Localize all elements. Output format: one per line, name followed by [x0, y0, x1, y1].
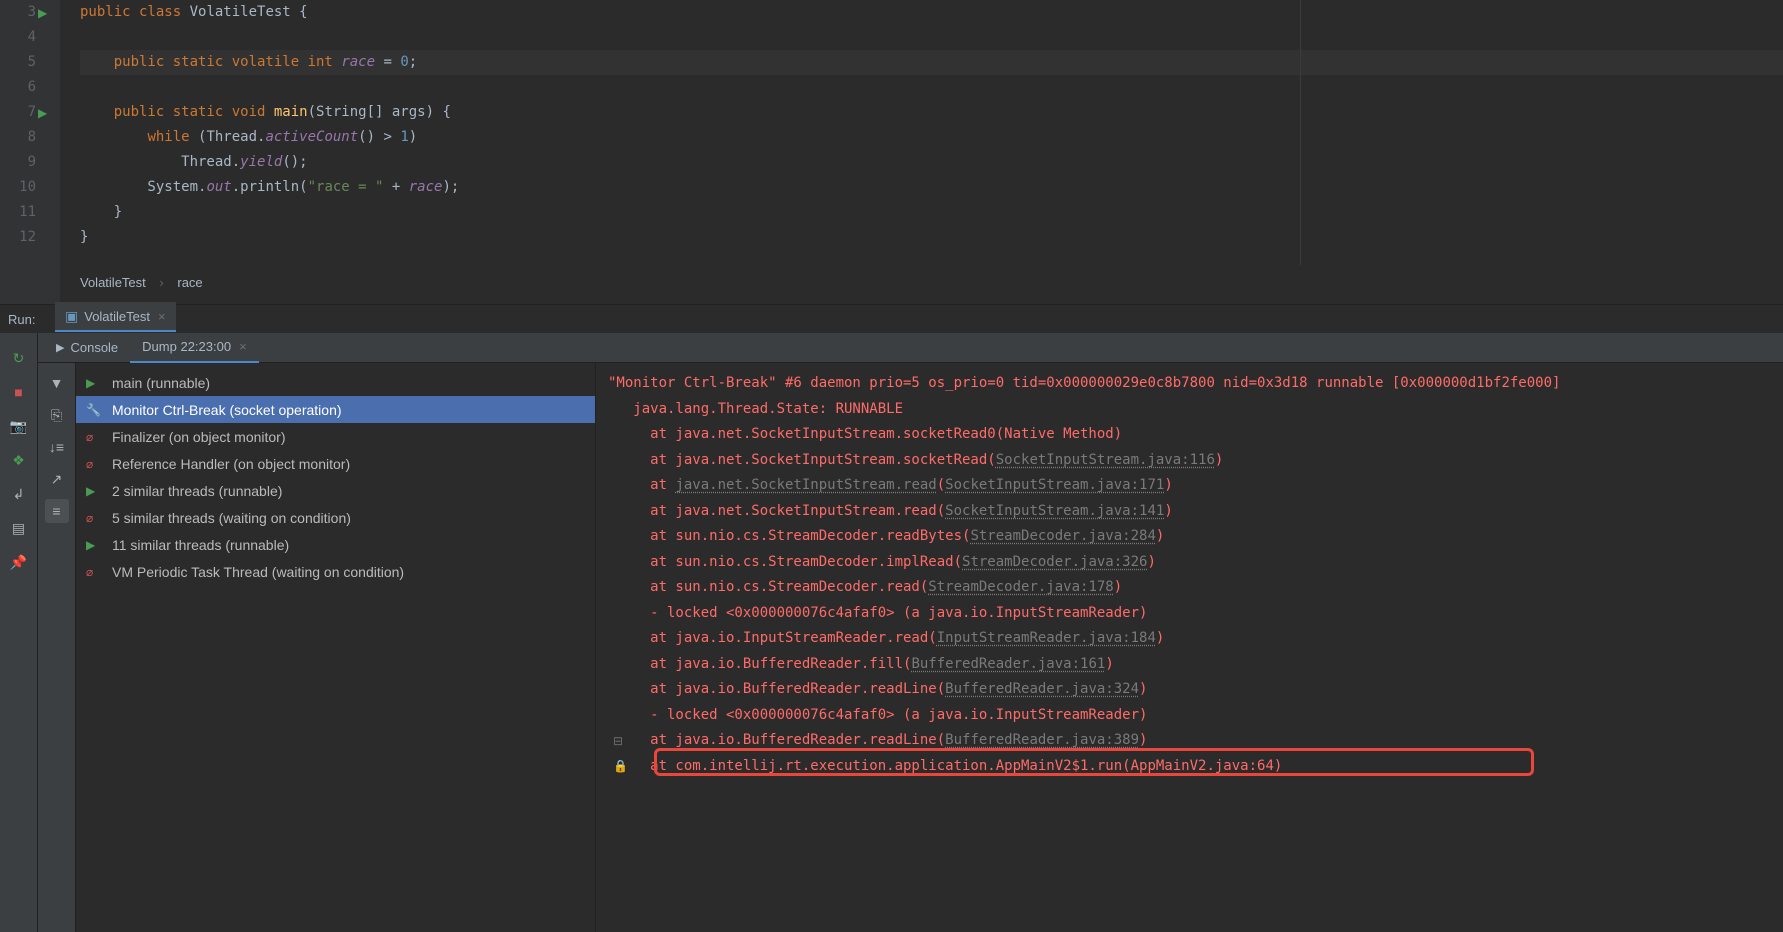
stack-frame[interactable]: at sun.nio.cs.StreamDecoder.readBytes(St…: [608, 524, 1771, 550]
stack-frame[interactable]: at java.net.SocketInputStream.read(Socke…: [608, 499, 1771, 525]
stack-frame[interactable]: at java.net.SocketInputStream.read(Socke…: [608, 473, 1771, 499]
code-line[interactable]: Thread.yield();: [80, 150, 1783, 175]
stack-frame[interactable]: at java.io.BufferedReader.readLine(Buffe…: [608, 677, 1771, 703]
rerun-button[interactable]: ↻: [7, 346, 31, 370]
console-tabs: ▶ConsoleDump 22:23:00×: [38, 333, 1783, 363]
lock-icon: 🔒: [613, 759, 628, 773]
pin-button[interactable]: 📌: [7, 550, 31, 574]
thread-state-icon: ▶: [86, 376, 104, 390]
dump-threads-button[interactable]: 📷: [7, 414, 31, 438]
thread-item[interactable]: ⌀VM Periodic Task Thread (waiting on con…: [76, 558, 595, 585]
code-line[interactable]: public class VolatileTest {: [80, 0, 1783, 25]
thread-list[interactable]: ▶main (runnable)🔧Monitor Ctrl-Break (soc…: [76, 363, 596, 932]
close-icon[interactable]: ×: [158, 309, 166, 324]
stack-trace[interactable]: "Monitor Ctrl-Break" #6 daemon prio=5 os…: [596, 363, 1783, 932]
thread-toolbar: ▼ ⎘ ↓≡ ↗ ≡: [38, 363, 76, 932]
thread-item[interactable]: ▶main (runnable): [76, 369, 595, 396]
stack-frame[interactable]: at java.net.SocketInputStream.socketRead…: [608, 422, 1771, 448]
thread-state-icon: ▶: [86, 484, 104, 498]
resume-button[interactable]: ❖: [7, 448, 31, 472]
thread-state-icon: ⌀: [86, 457, 104, 471]
stack-frame[interactable]: - locked <0x000000076c4afaf0> (a java.io…: [608, 601, 1771, 627]
run-label: Run:: [8, 312, 35, 327]
thread-state-icon: 🔧: [86, 403, 104, 417]
breadcrumb-item[interactable]: race: [177, 275, 202, 290]
thread-item[interactable]: ⌀Reference Handler (on object monitor): [76, 450, 595, 477]
console-tab[interactable]: ▶Console: [44, 333, 130, 363]
run-config-icon: ▣: [65, 308, 78, 325]
code-line[interactable]: public static void main(String[] args) {: [80, 100, 1783, 125]
stack-frame[interactable]: at java.io.BufferedReader.readLine(Buffe…: [608, 728, 1771, 754]
stack-frame[interactable]: at com.intellij.rt.execution.application…: [608, 754, 1771, 780]
run-toolbar: ↻ ■ 📷 ❖ ↲ ▤ 📌: [0, 333, 38, 932]
layout-button[interactable]: ▤: [7, 516, 31, 540]
code-line[interactable]: public static volatile int race = 0;: [80, 50, 1783, 75]
code-line[interactable]: System.out.println("race = " + race);: [80, 175, 1783, 200]
filter-button[interactable]: ▼: [45, 371, 69, 395]
thread-item[interactable]: ▶2 similar threads (runnable): [76, 477, 595, 504]
thread-item[interactable]: ▶11 similar threads (runnable): [76, 531, 595, 558]
code-editor[interactable]: 3▶4567▶89101112 public class VolatileTes…: [0, 0, 1783, 305]
stack-frame[interactable]: at sun.nio.cs.StreamDecoder.implRead(Str…: [608, 550, 1771, 576]
stack-frame[interactable]: - locked <0x000000076c4afaf0> (a java.io…: [608, 703, 1771, 729]
code-line[interactable]: [80, 25, 1783, 50]
thread-state-icon: ▶: [86, 538, 104, 552]
code-line[interactable]: }: [80, 225, 1783, 250]
console-tab[interactable]: Dump 22:23:00×: [130, 333, 259, 363]
thread-state-icon: ⌀: [86, 565, 104, 579]
breadcrumb-item[interactable]: VolatileTest: [80, 275, 146, 290]
breadcrumb[interactable]: VolatileTest › race: [80, 268, 203, 298]
code-line[interactable]: }: [80, 200, 1783, 225]
export-button[interactable]: ↗: [45, 467, 69, 491]
stack-frame[interactable]: at java.io.InputStreamReader.read(InputS…: [608, 626, 1771, 652]
code-area[interactable]: public class VolatileTest { public stati…: [0, 0, 1783, 250]
stack-frame[interactable]: at sun.nio.cs.StreamDecoder.read(StreamD…: [608, 575, 1771, 601]
right-margin: [1300, 0, 1301, 265]
breakpoint-hint-icon: ⊟: [613, 734, 623, 748]
thread-state-icon: ⌀: [86, 430, 104, 444]
exit-button[interactable]: ↲: [7, 482, 31, 506]
thread-state-icon: ⌀: [86, 511, 104, 525]
merge-button[interactable]: ≡: [45, 499, 69, 523]
sort-button[interactable]: ↓≡: [45, 435, 69, 459]
run-tool-window: ↻ ■ 📷 ❖ ↲ ▤ 📌 ▶ConsoleDump 22:23:00× ▼ ⎘…: [0, 333, 1783, 932]
thread-item[interactable]: ⌀Finalizer (on object monitor): [76, 423, 595, 450]
breadcrumb-sep: ›: [159, 275, 163, 290]
stop-button[interactable]: ■: [7, 380, 31, 404]
close-icon[interactable]: ×: [239, 339, 247, 354]
thread-item[interactable]: ⌀5 similar threads (waiting on condition…: [76, 504, 595, 531]
stack-frame[interactable]: at java.net.SocketInputStream.socketRead…: [608, 448, 1771, 474]
run-config-name: VolatileTest: [84, 309, 150, 324]
play-icon: ▶: [56, 341, 64, 354]
run-config-tab[interactable]: ▣ VolatileTest ×: [55, 302, 176, 332]
stack-frame[interactable]: at java.io.BufferedReader.fill(BufferedR…: [608, 652, 1771, 678]
code-line[interactable]: [80, 75, 1783, 100]
code-line[interactable]: while (Thread.activeCount() > 1): [80, 125, 1783, 150]
thread-item[interactable]: 🔧Monitor Ctrl-Break (socket operation): [76, 396, 595, 423]
copy-button[interactable]: ⎘: [45, 403, 69, 427]
